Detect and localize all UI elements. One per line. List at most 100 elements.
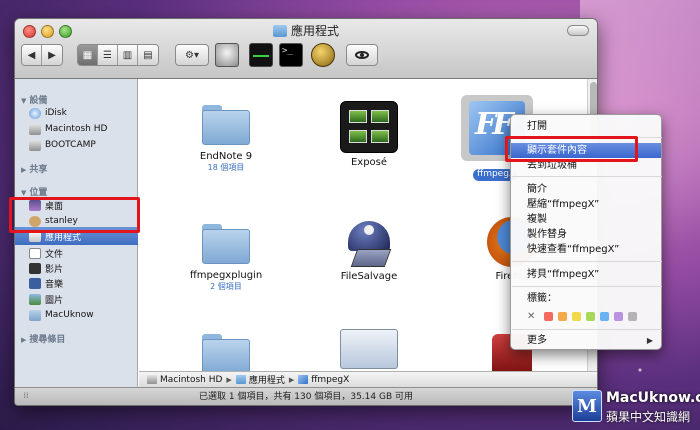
file-item-ffmpegxplugin[interactable]: ffmpegxplugin 2 個項目 [171, 224, 281, 292]
applications-folder-icon [235, 375, 246, 384]
sidebar-section-devices[interactable]: ▼ 設備 [21, 93, 47, 106]
expose-icon [340, 101, 398, 153]
menu-separator [512, 286, 662, 287]
label-purple[interactable] [614, 312, 624, 321]
menu-item-label-heading: 標籤： [527, 293, 557, 304]
menu-item-get-info[interactable]: 簡介 [511, 182, 661, 197]
resize-grip-icon: ⁞⁞ [23, 391, 29, 400]
file-item-filesalvage[interactable]: FileSalvage [314, 219, 424, 282]
sidebar-item-bootcamp[interactable]: BOOTCAMP [29, 138, 96, 152]
no-label-icon[interactable]: ✕ [527, 311, 535, 322]
sidebar-item-macintosh-hd[interactable]: Macintosh HD [29, 122, 107, 136]
highlight-box-show-package-contents [505, 136, 638, 162]
file-item-expose[interactable]: Exposé [314, 101, 424, 168]
sidebar-section-search[interactable]: ▶ 搜尋條目 [21, 332, 65, 345]
title-bar: 應用程式 ◀ ▶ ▦ ☰ ▥ ▤ ⚙▾ >_ [15, 19, 597, 79]
disclosure-down-icon: ▼ [21, 97, 27, 105]
activity-monitor-icon[interactable] [249, 43, 273, 67]
terminal-icon[interactable]: >_ [279, 43, 303, 67]
preview-icon [340, 329, 398, 369]
documents-icon [29, 247, 41, 259]
file-item-label: EndNote 9 [199, 151, 253, 162]
music-icon [29, 277, 41, 289]
sidebar-item-pictures[interactable]: 圖片 [29, 292, 63, 306]
file-item-label: Exposé [350, 157, 388, 168]
label-orange[interactable] [558, 312, 568, 321]
macuknow-logo-icon: M [572, 390, 602, 422]
highlight-box-applications [9, 197, 140, 233]
menu-item-quick-look[interactable]: 快速查看“ffmpegX” [511, 242, 661, 257]
view-mode-control: ▦ ☰ ▥ ▤ [77, 44, 159, 66]
toolbar-toggle-button[interactable] [567, 25, 589, 36]
back-button[interactable]: ◀ [22, 45, 42, 65]
label-yellow[interactable] [572, 312, 582, 321]
label-blue[interactable] [600, 312, 610, 321]
file-item-folder-partial[interactable] [171, 334, 281, 371]
status-bar: ⁞⁞ 已選取 1 個項目，共有 130 個項目，35.14 GB 可用 [15, 387, 597, 405]
submenu-arrow-icon: ▶ [646, 336, 653, 345]
sidebar-item-idisk[interactable]: iDisk [29, 106, 67, 120]
pictures-icon [29, 293, 41, 305]
folder-icon [202, 224, 250, 264]
folder-icon [29, 309, 41, 321]
gold-disc-icon[interactable] [311, 43, 335, 67]
menu-separator [512, 176, 662, 177]
sidebar-item-movies[interactable]: 影片 [29, 261, 63, 275]
sidebar: ▼ 設備 iDisk Macintosh HD BOOTCAMP ▶ 共享 ▼ 位置 … [15, 79, 138, 387]
ffmpegx-small-icon [298, 375, 309, 384]
quick-look-button[interactable] [346, 44, 378, 66]
menu-item-compress[interactable]: 壓縮“ffmpegX” [511, 197, 661, 212]
file-item-endnote[interactable]: EndNote 9 18 個項目 [171, 105, 281, 173]
list-view-button[interactable]: ☰ [98, 45, 118, 65]
window-title: 應用程式 [15, 22, 597, 39]
menu-item-more[interactable]: 更多 [511, 333, 661, 348]
label-red[interactable] [544, 312, 554, 321]
applications-folder-icon [272, 25, 287, 37]
menu-item-open[interactable]: 打開 [511, 119, 661, 134]
file-item-count: 2 個項目 [210, 282, 242, 291]
folder-icon [202, 105, 250, 145]
menu-item-copy[interactable]: 拷貝“ffmpegX” [511, 267, 661, 282]
label-gray[interactable] [628, 312, 638, 321]
idisk-icon [29, 107, 41, 119]
hard-drive-icon [29, 123, 41, 135]
filesalvage-icon [344, 219, 394, 267]
back-forward-control: ◀ ▶ [21, 44, 63, 66]
movies-icon [29, 262, 41, 274]
disclosure-right-icon: ▶ [21, 166, 27, 174]
forward-button[interactable]: ▶ [42, 45, 62, 65]
file-item-preview-partial[interactable] [314, 329, 424, 369]
icon-view-button[interactable]: ▦ [78, 45, 98, 65]
file-item-count: 18 個項目 [207, 163, 245, 172]
menu-separator [512, 329, 662, 330]
menu-item-duplicate[interactable]: 複製 [511, 212, 661, 227]
disclosure-down-icon: ▼ [21, 189, 27, 197]
menu-separator [512, 261, 662, 262]
action-menu-button[interactable]: ⚙▾ [175, 44, 209, 66]
disclosure-right-icon: ▶ [21, 336, 27, 344]
file-item-label: FileSalvage [340, 271, 398, 282]
sidebar-item-music[interactable]: 音樂 [29, 276, 63, 290]
menu-item-make-alias[interactable]: 製作替身 [511, 227, 661, 242]
sidebar-item-macuknow[interactable]: MacUknow [29, 308, 94, 322]
sidebar-item-documents[interactable]: 文件 [29, 246, 63, 260]
label-color-chips: ✕ [527, 311, 642, 322]
column-view-button[interactable]: ▥ [118, 45, 138, 65]
eye-icon [355, 51, 369, 59]
path-item-macintosh-hd[interactable]: Macintosh HD [160, 375, 222, 385]
watermark-line2: 蘋果中文知識網 [606, 410, 691, 424]
sidebar-section-shared[interactable]: ▶ 共享 [21, 162, 47, 175]
gear-icon: ⚙▾ [185, 49, 199, 61]
cover-flow-button[interactable]: ▤ [138, 45, 158, 65]
watermark: M MacUknow.com 蘋果中文知識網 [572, 388, 700, 426]
path-item-applications[interactable]: 應用程式 [249, 373, 285, 386]
watermark-line1: MacUknow.com [606, 390, 700, 406]
path-bar: Macintosh HD ▶ 應用程式 ▶ ffmpegX [139, 371, 597, 387]
disk-utility-icon[interactable] [215, 43, 239, 67]
path-item-ffmpegx[interactable]: ffmpegX [311, 375, 349, 385]
hard-drive-icon [29, 139, 41, 151]
label-green[interactable] [586, 312, 596, 321]
hard-drive-icon [147, 375, 157, 384]
path-separator-icon: ▶ [288, 375, 295, 384]
file-item-label: ffmpegxplugin [189, 270, 263, 281]
